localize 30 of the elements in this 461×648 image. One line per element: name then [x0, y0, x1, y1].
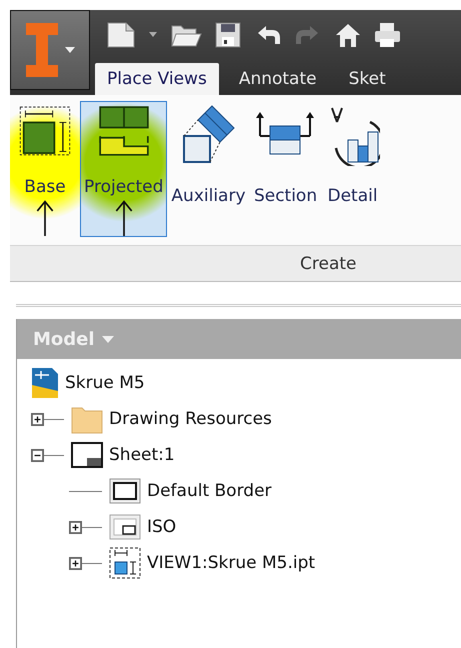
sheet-icon: [71, 442, 103, 468]
new-file-icon[interactable]: [106, 21, 136, 49]
application-menu-button[interactable]: [10, 10, 90, 90]
tree-item[interactable]: Skrue M5: [65, 373, 145, 393]
expand-icon[interactable]: [31, 412, 44, 426]
logo: [24, 21, 60, 79]
tree-item[interactable]: ISO: [147, 517, 176, 537]
ribbon-button[interactable]: Detail: [322, 101, 384, 237]
tree-item[interactable]: Drawing Resources: [109, 409, 272, 429]
tree-item[interactable]: Sheet:1: [109, 445, 175, 465]
ribbon-button[interactable]: Section: [250, 101, 322, 237]
ribbon-tab[interactable]: Annotate: [226, 63, 329, 95]
collapse-icon[interactable]: [31, 448, 44, 462]
panel-title: Create: [300, 254, 356, 274]
printer-icon[interactable]: [374, 21, 400, 49]
expand-icon[interactable]: [69, 556, 82, 570]
caret-icon: [64, 46, 76, 54]
ribbon-button[interactable]: Projected: [80, 101, 168, 237]
drawing-document-icon: [31, 367, 59, 399]
home-icon[interactable]: [334, 21, 362, 49]
tree-item[interactable]: VIEW1:Skrue M5.ipt: [147, 553, 316, 573]
border-icon: [109, 478, 141, 504]
caret-icon[interactable]: [148, 31, 158, 39]
tree-item[interactable]: Default Border: [147, 481, 272, 501]
drawing-view-icon: [109, 547, 141, 579]
sheet-format-icon: [109, 514, 141, 540]
ribbon-button[interactable]: Auxiliary: [167, 101, 250, 237]
ribbon-tab[interactable]: Sket: [336, 63, 398, 95]
expand-icon[interactable]: [69, 520, 82, 534]
ribbon-tab[interactable]: Place Views: [95, 63, 219, 95]
